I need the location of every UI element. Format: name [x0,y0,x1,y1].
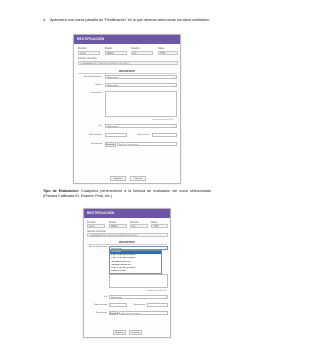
description-textarea[interactable] [109,274,168,288]
new-grade-label: Nota nueva [137,134,149,136]
browse-button[interactable]: Examinar [109,310,119,316]
chevron-down-icon: ▾ [164,296,166,299]
prev-grade-label: Nota anterior [94,303,107,306]
paragraph-heading: Tipo de Evaluación: [43,189,79,193]
form-title: RECTIFICACIÓN [74,35,180,44]
via-label: Vía [98,125,102,127]
eval-type-select[interactable]: Seleccione ▾ [105,75,177,80]
via-select[interactable]: Seleccione ▾ [109,294,168,299]
document-label: Documento [95,311,107,314]
course-field: COMPRENSIÓN Y PRODUCCIÓN DE TEXTOS II [78,60,178,65]
class-field: 7795 [151,223,168,228]
modal-field: PREG [105,50,127,55]
reason-select[interactable]: Seleccione ▾ [105,83,177,88]
browse-button[interactable]: Examinar [105,142,116,147]
eval-type-label: Tipo de Evaluación [83,76,102,78]
chevron-down-icon: ▾ [173,126,175,128]
prev-grade-field [109,302,127,307]
divider [78,73,176,74]
prev-grade-field [105,133,127,138]
document-input[interactable]: Agregue documento [117,142,177,147]
modal-field: PREG [109,223,127,228]
cancel-button[interactable]: Cancelar [130,176,146,181]
description-textarea[interactable] [105,91,177,117]
period-field: xxxxx [87,223,105,228]
class-field: 7795 [158,50,178,55]
register-button[interactable]: Registrar [113,330,126,335]
eval-type-label: Tipo de Evaluación [88,246,107,248]
eval-type-dropdown[interactable]: Seleccione PRÁCTICA CALIFICADA 01 PRÁCTI… [109,250,162,275]
section-field: xxx [130,223,148,228]
new-grade-input[interactable] [152,133,177,138]
char-counter: Caracteres restantes: 500 [152,118,173,121]
section-field: xxx [131,50,153,55]
chevron-down-icon: ▾ [173,85,175,87]
new-grade-input[interactable] [147,302,168,307]
eval-type-paragraph: Tipo de Evaluación: Cualquiera perteneci… [43,189,211,200]
register-button[interactable]: Registrar [110,176,126,181]
description-label: Descripción [90,92,102,94]
reason-label: Motivo [95,84,102,86]
new-grade-label: Nota nueva [133,303,145,306]
prev-grade-label: Nota anterior [89,134,102,136]
period-field: xxxxx [78,50,100,55]
dropdown-option[interactable]: EXAMEN FINAL [110,270,161,273]
char-counter: Caracteres restantes: 500 [146,289,167,292]
via-label: Vía [103,295,107,298]
via-select[interactable]: Seleccione ▾ [105,124,177,129]
chevron-down-icon: ▾ [173,77,175,79]
document-label: Documento [90,143,102,145]
rectification-form-dropdown-screenshot: RECTIFICACIÓN Período Modal Sección Clas… [83,208,171,338]
document-input[interactable]: Agregue documento [119,310,168,315]
step-number: 4. [43,18,46,22]
rectification-form-screenshot: RECTIFICACIÓN Período Modal Sección Clas… [73,34,181,184]
course-field: COMPRENSIÓN Y PRODUCCIÓN DE TEXTOS II [87,232,168,237]
chevron-down-icon: ▾ [164,247,166,250]
cancel-button[interactable]: Cancelar [129,330,142,335]
step-text: Aparecerá una nueva pantalla de "Rectifi… [50,18,210,22]
form-title: RECTIFICACIÓN [84,209,170,218]
